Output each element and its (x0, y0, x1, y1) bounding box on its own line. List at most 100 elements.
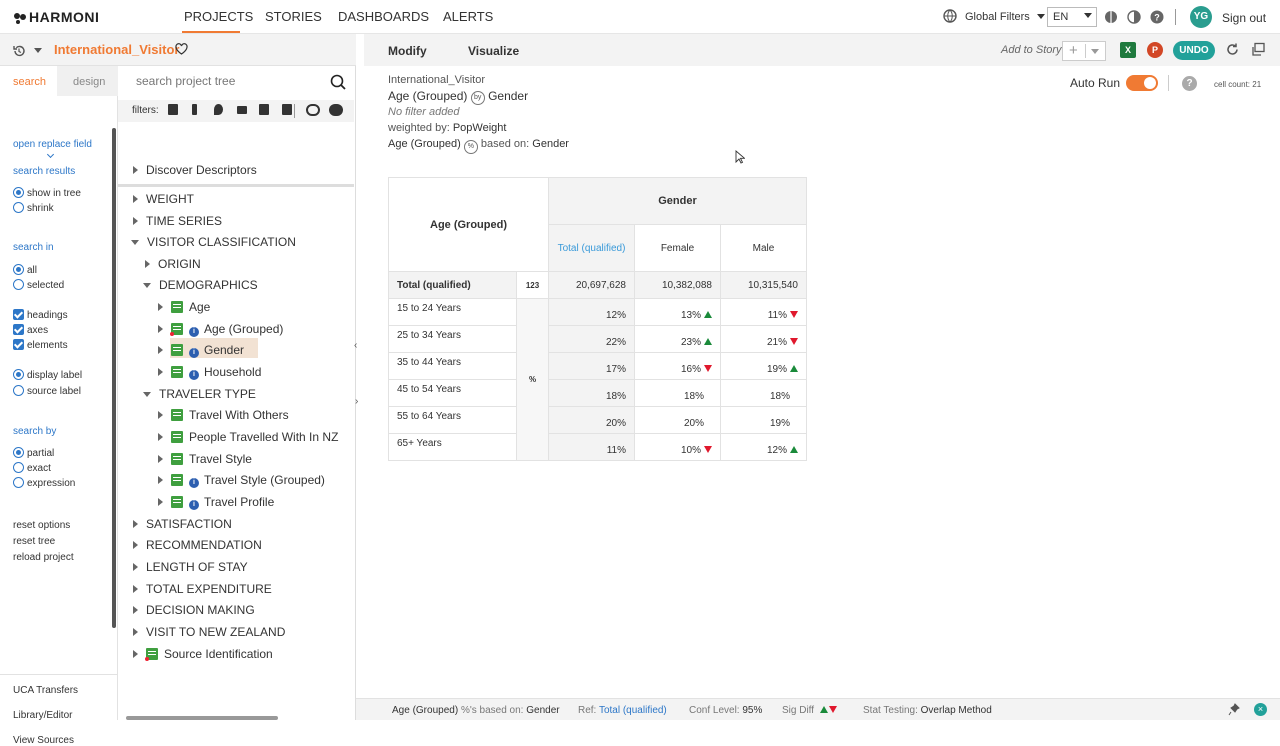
tree-node-total-expenditure[interactable]: TOTAL EXPENDITURE (133, 582, 272, 596)
tree-node-age[interactable]: Age (158, 300, 210, 314)
nav-tab-alerts[interactable]: ALERTS (443, 9, 493, 24)
avatar[interactable]: YG (1190, 6, 1212, 28)
row-label[interactable]: 65+ Years (388, 433, 517, 461)
info-icon[interactable]: i (189, 348, 199, 358)
search-by-expression-radio[interactable]: expression (13, 477, 75, 489)
library-editor-link[interactable]: Library/Editor (13, 710, 72, 721)
column-male[interactable]: Male (720, 224, 807, 272)
global-filters-dropdown[interactable]: Global Filters (965, 11, 1045, 23)
status-conf-value[interactable]: 95% (742, 705, 762, 716)
elements-checkbox[interactable]: elements (13, 339, 68, 351)
tab-visualize[interactable]: Visualize (468, 44, 519, 58)
row-label[interactable]: 45 to 54 Years (388, 379, 517, 407)
status-ref-value[interactable]: Total (qualified) (599, 705, 667, 716)
open-replace-field-link[interactable]: open replace field (13, 139, 92, 150)
swap-layout-icon[interactable] (1251, 42, 1266, 57)
undo-button[interactable]: UNDO (1173, 41, 1215, 60)
weight-variable[interactable]: PopWeight (453, 122, 507, 134)
help-icon[interactable]: ? (1150, 10, 1164, 24)
app-logo[interactable]: HARMONI (13, 9, 99, 25)
tree-node-decision-making[interactable]: DECISION MAKING (133, 603, 255, 617)
axes-checkbox[interactable]: axes (13, 324, 48, 336)
column-variable[interactable]: Gender (488, 89, 528, 103)
add-to-story-dropdown[interactable]: + (1062, 41, 1106, 61)
column-female[interactable]: Female (634, 224, 721, 272)
auto-run-toggle[interactable] (1126, 75, 1158, 91)
tree-node-travel-style-grouped[interactable]: i Travel Style (Grouped) (158, 473, 325, 488)
info-icon[interactable]: i (189, 327, 199, 337)
tab-modify[interactable]: Modify (388, 44, 427, 58)
row-label[interactable]: 25 to 34 Years (388, 325, 517, 353)
row-variable[interactable]: Age (Grouped) (388, 89, 467, 103)
scrollbar[interactable] (112, 128, 116, 628)
grid-filter-icon[interactable] (168, 104, 178, 115)
tree-node-household[interactable]: i Household (158, 365, 261, 380)
view-sources-link[interactable]: View Sources (13, 735, 74, 746)
sign-out-link[interactable]: Sign out (1222, 11, 1266, 25)
tree-node-people-travelled[interactable]: People Travelled With In NZ (158, 430, 338, 444)
chevron-down-icon[interactable] (46, 150, 55, 159)
tree-node-satisfaction[interactable]: SATISFACTION (133, 517, 232, 531)
reload-project-link[interactable]: reload project (13, 552, 74, 563)
pin-icon[interactable] (1228, 703, 1240, 716)
tab-design[interactable]: design (57, 66, 118, 96)
favorite-heart-icon[interactable] (175, 43, 188, 55)
tree-node-travel-style[interactable]: Travel Style (158, 452, 252, 466)
search-icon[interactable] (330, 74, 346, 90)
info-icon[interactable]: i (189, 500, 199, 510)
search-by-exact-radio[interactable]: exact (13, 462, 51, 474)
contrast-icon[interactable] (1127, 10, 1141, 24)
pin-filter-icon[interactable] (214, 104, 223, 115)
info-icon[interactable]: i (189, 478, 199, 488)
reset-tree-link[interactable]: reset tree (13, 536, 55, 547)
plus-icon[interactable]: + (1069, 42, 1078, 59)
uca-transfers-link[interactable]: UCA Transfers (13, 685, 78, 696)
display-label-radio[interactable]: display label (13, 369, 82, 381)
expand-panel-chevron-icon[interactable]: › (355, 396, 358, 407)
tab-search[interactable]: search (0, 66, 57, 96)
reset-options-link[interactable]: reset options (13, 520, 70, 531)
tree-node-demographics[interactable]: DEMOGRAPHICS (143, 278, 258, 292)
tag-filter-icon[interactable] (282, 104, 292, 115)
tree-node-weight[interactable]: WEIGHT (133, 192, 194, 206)
project-name[interactable]: International_Visitor (54, 42, 179, 57)
show-in-tree-radio[interactable]: show in tree (13, 187, 81, 199)
language-select[interactable]: EN (1047, 7, 1097, 27)
tree-node-discover-descriptors[interactable]: Discover Descriptors (133, 163, 257, 177)
total-row-label[interactable]: Total (qualified) (388, 271, 517, 299)
tree-node-gender[interactable]: i Gender (158, 343, 244, 358)
invert-filter-icon[interactable] (329, 104, 343, 116)
row-label[interactable]: 55 to 64 Years (388, 406, 517, 434)
nav-tab-projects[interactable]: PROJECTS (184, 9, 253, 24)
brain-icon[interactable] (1104, 10, 1118, 24)
toggle-filter-icon[interactable] (306, 104, 320, 116)
help-icon[interactable]: ? (1182, 76, 1197, 91)
based-on-variable[interactable]: Gender (532, 138, 569, 150)
excel-export-icon[interactable]: X (1120, 42, 1136, 58)
tree-node-travel-with-others[interactable]: Travel With Others (158, 408, 289, 422)
tree-node-source-identification[interactable]: Source Identification (133, 647, 273, 661)
row-label[interactable]: 35 to 44 Years (388, 352, 517, 380)
status-sig-diff[interactable]: Sig Diff (782, 705, 837, 716)
search-in-all-radio[interactable]: all (13, 264, 37, 276)
source-label-radio[interactable]: source label (13, 385, 81, 397)
column-total-qualified[interactable]: Total (qualified) (548, 224, 635, 272)
tree-node-length-of-stay[interactable]: LENGTH OF STAY (133, 560, 248, 574)
row-header[interactable]: Age (Grouped) (388, 177, 549, 272)
tree-search-input[interactable]: search project tree (136, 74, 346, 94)
tree-node-recommendation[interactable]: RECOMMENDATION (133, 538, 262, 552)
info-icon[interactable]: i (189, 370, 199, 380)
row-label[interactable]: 15 to 24 Years (388, 298, 517, 326)
headings-checkbox[interactable]: headings (13, 309, 68, 321)
search-in-selected-radio[interactable]: selected (13, 279, 64, 291)
folder-filter-icon[interactable] (259, 104, 269, 115)
scrollbar[interactable] (126, 716, 278, 720)
tree-node-time-series[interactable]: TIME SERIES (133, 214, 222, 228)
shrink-radio[interactable]: shrink (13, 202, 54, 214)
tree-node-origin[interactable]: ORIGIN (145, 257, 201, 271)
history-dropdown[interactable] (12, 43, 42, 58)
globe-icon[interactable] (943, 9, 957, 23)
tree-node-visitor-classification[interactable]: VISITOR CLASSIFICATION (131, 235, 296, 249)
close-icon[interactable]: × (1254, 703, 1267, 716)
tree-node-age-grouped[interactable]: i Age (Grouped) (158, 322, 283, 337)
